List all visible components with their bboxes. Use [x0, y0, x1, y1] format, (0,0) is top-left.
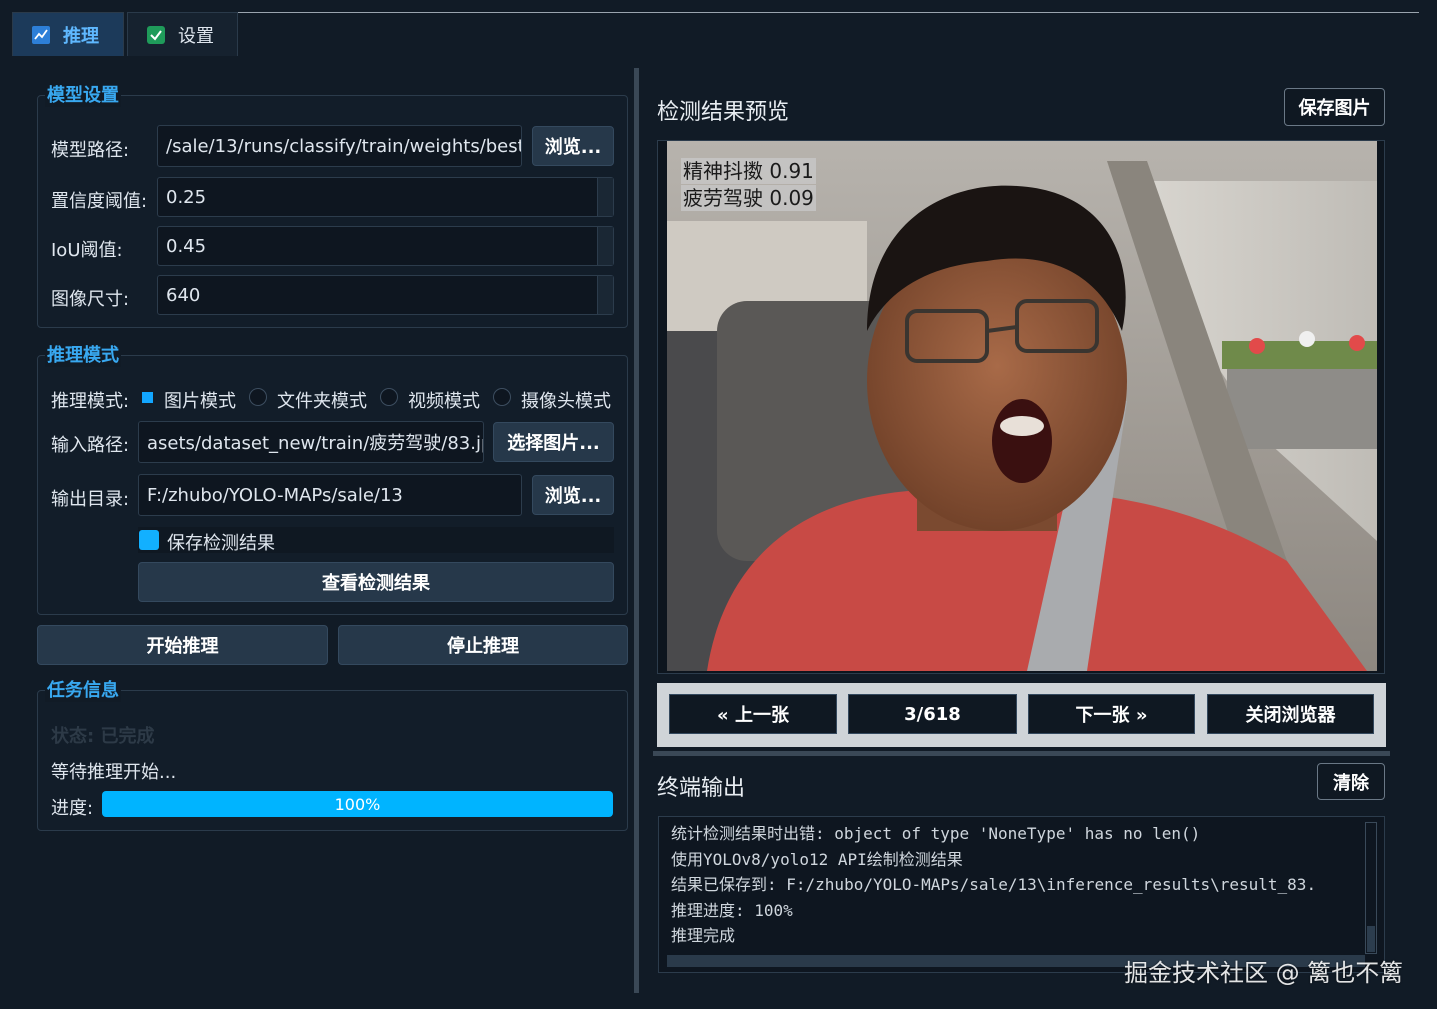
mode-label: 推理模式: — [51, 391, 130, 412]
radio-video-mode-label[interactable]: 视频模式 — [408, 387, 480, 413]
output-dir-input[interactable]: F:/zhubo/YOLO-MAPs/sale/13 — [138, 474, 522, 516]
inference-mode-title: 推理模式 — [45, 341, 121, 367]
progress-fill: 100% — [102, 791, 613, 817]
horizontal-splitter[interactable] — [653, 751, 1390, 756]
select-image-button[interactable]: 选择图片... — [493, 422, 614, 462]
confidence-spinner[interactable] — [597, 178, 613, 216]
model-path-input[interactable]: /sale/13/runs/classify/train/weights/bes… — [157, 125, 522, 167]
next-image-button[interactable]: 下一张 » — [1028, 694, 1195, 734]
confidence-input[interactable]: 0.25 — [157, 177, 614, 217]
terminal-line: 推理进度: 100% — [671, 900, 793, 920]
model-settings-title: 模型设置 — [45, 81, 121, 107]
radio-image-mode[interactable] — [142, 392, 153, 403]
terminal-scroll-thumb[interactable] — [1367, 926, 1375, 952]
status-text: 状态: 已完成 — [51, 726, 155, 747]
start-inference-button[interactable]: 开始推理 — [37, 625, 328, 665]
model-browse-button[interactable]: 浏览... — [532, 126, 614, 166]
stop-inference-button[interactable]: 停止推理 — [338, 625, 628, 665]
prev-image-button[interactable]: « 上一张 — [669, 694, 837, 734]
image-size-spinner[interactable] — [597, 276, 613, 314]
model-path-label: 模型路径: — [51, 140, 130, 161]
task-info-title: 任务信息 — [45, 676, 121, 702]
terminal-line: 推理完成 — [671, 926, 736, 945]
progress-label: 进度: — [51, 798, 94, 819]
terminal-line: 结果已保存到: F:/zhubo/YOLO-MAPs/sale/13\infer… — [671, 875, 1317, 894]
tab-inference-label: 推理 — [63, 25, 99, 47]
task-message: 等待推理开始... — [51, 762, 177, 783]
tab-bar-line — [238, 12, 1419, 13]
terminal-output: 统计检测结果时出错: object of type 'NoneType' has… — [658, 816, 1385, 973]
image-size-input[interactable]: 640 — [157, 275, 614, 315]
terminal-line: 统计检测结果时出错: object of type 'NoneType' has… — [671, 824, 1201, 843]
radio-camera-mode-label[interactable]: 摄像头模式 — [521, 387, 611, 413]
radio-video-mode[interactable] — [380, 388, 398, 406]
save-results-label[interactable]: 保存检测结果 — [167, 529, 275, 555]
preview-title: 检测结果预览 — [657, 100, 790, 125]
radio-folder-mode[interactable] — [249, 388, 267, 406]
view-results-button[interactable]: 查看检测结果 — [138, 562, 614, 602]
tab-settings[interactable]: 设置 — [127, 12, 238, 56]
save-image-button[interactable]: 保存图片 — [1284, 88, 1385, 126]
close-browser-button[interactable]: 关闭浏览器 — [1207, 694, 1374, 734]
input-path-label: 输入路径: — [51, 435, 130, 456]
output-dir-label: 输出目录: — [51, 489, 130, 510]
clear-terminal-button[interactable]: 清除 — [1317, 763, 1385, 800]
terminal-vertical-scrollbar[interactable] — [1365, 822, 1377, 954]
terminal-title: 终端输出 — [657, 776, 746, 801]
detection-label-1: 精神抖擞 0.91 — [681, 158, 816, 184]
radio-camera-mode[interactable] — [493, 388, 511, 406]
chart-line-icon — [31, 25, 51, 45]
iou-label: IoU阈值: — [51, 240, 123, 261]
radio-folder-mode-label[interactable]: 文件夹模式 — [277, 387, 367, 413]
panel-splitter[interactable] — [634, 68, 639, 993]
watermark-text: 掘金技术社区 @ 篱也不篱 — [1124, 959, 1404, 987]
output-browse-button[interactable]: 浏览... — [532, 475, 614, 515]
save-results-checkbox[interactable] — [139, 530, 159, 550]
iou-spinner[interactable] — [597, 227, 613, 265]
page-counter: 3/618 — [848, 694, 1017, 734]
image-size-label: 图像尺寸: — [51, 289, 130, 310]
tab-inference[interactable]: 推理 — [12, 12, 124, 56]
tab-settings-label: 设置 — [178, 25, 214, 47]
progress-text: 100% — [334, 794, 381, 814]
detection-label-2: 疲劳驾驶 0.09 — [681, 185, 816, 211]
radio-image-mode-label[interactable]: 图片模式 — [164, 387, 236, 413]
iou-input[interactable]: 0.45 — [157, 226, 614, 266]
confidence-label: 置信度阈值: — [51, 191, 148, 212]
terminal-line: 使用YOLOv8/yolo12 API绘制检测结果 — [671, 849, 963, 869]
progress-bar: 100% — [102, 791, 613, 817]
input-path-input[interactable]: asets/dataset_new/train/疲劳驾驶/83.jpg — [138, 421, 484, 463]
detection-image — [667, 141, 1377, 671]
check-shield-icon — [146, 25, 166, 45]
